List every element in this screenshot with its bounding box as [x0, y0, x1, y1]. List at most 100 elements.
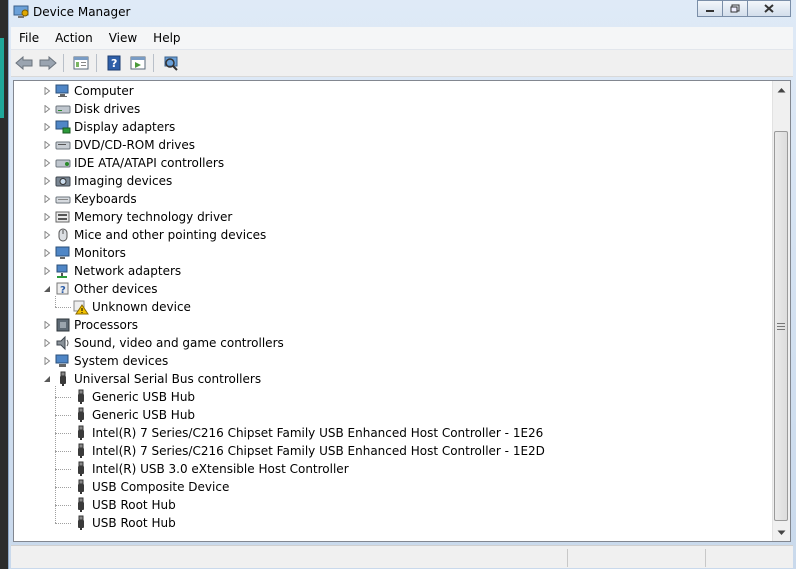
computer-icon — [55, 83, 71, 99]
scan-hardware-icon — [164, 56, 178, 71]
properties-button[interactable] — [70, 53, 92, 73]
tree-category[interactable]: Sound, video and game controllers — [42, 334, 284, 352]
menu-view[interactable]: View — [101, 31, 145, 45]
expand-arrow-icon[interactable] — [42, 105, 51, 114]
svg-text:?: ? — [60, 285, 66, 296]
back-button[interactable] — [13, 53, 35, 73]
category-label: DVD/CD-ROM drives — [74, 138, 196, 152]
down-arrow-icon — [777, 530, 786, 535]
device-manager-window: Device Manager File Action View Help ? C… — [0, 0, 796, 569]
device-label: Unknown device — [92, 300, 191, 314]
disk-drive-icon — [55, 101, 71, 117]
category-label: Monitors — [74, 246, 126, 260]
tree-category[interactable]: Keyboards — [42, 190, 137, 208]
tree-device[interactable]: Unknown device — [60, 298, 191, 316]
expand-arrow-icon[interactable] — [42, 141, 51, 150]
status-bar — [11, 545, 793, 568]
tree-category[interactable]: DVD/CD-ROM drives — [42, 136, 195, 154]
device-label: USB Root Hub — [92, 516, 176, 530]
device-label: Generic USB Hub — [92, 408, 196, 422]
update-driver-button[interactable] — [127, 53, 149, 73]
tree-category[interactable]: Monitors — [42, 244, 126, 262]
expand-arrow-icon[interactable] — [42, 267, 51, 276]
expand-arrow-icon[interactable] — [42, 159, 51, 168]
usb-icon — [55, 371, 71, 387]
expand-arrow-icon[interactable] — [42, 339, 51, 348]
usb-icon — [73, 461, 89, 477]
tree-category[interactable]: Memory technology driver — [42, 208, 232, 226]
title-bar[interactable]: Device Manager — [9, 0, 796, 26]
restore-button[interactable] — [722, 0, 748, 17]
expand-arrow-icon[interactable] — [42, 357, 51, 366]
tree-device[interactable]: USB Composite Device — [60, 478, 229, 496]
category-label: Display adapters — [74, 120, 176, 134]
tree-device[interactable]: USB Root Hub — [60, 514, 176, 532]
dvd-drive-icon — [55, 137, 71, 153]
ide-controller-icon — [55, 155, 71, 171]
device-label: USB Composite Device — [92, 480, 230, 494]
category-label: Keyboards — [74, 192, 137, 206]
close-button[interactable] — [747, 0, 791, 17]
device-label: Generic USB Hub — [92, 390, 196, 404]
forward-button[interactable] — [37, 53, 59, 73]
minimize-icon — [706, 9, 714, 12]
tree-device[interactable]: Generic USB Hub — [60, 388, 195, 406]
help-icon: ? — [107, 55, 121, 71]
menu-file[interactable]: File — [11, 31, 47, 45]
usb-icon — [73, 497, 89, 513]
expand-arrow-icon[interactable] — [42, 231, 51, 240]
tree-device[interactable]: Intel(R) USB 3.0 eXtensible Host Control… — [60, 460, 349, 478]
tree-category[interactable]: Computer — [42, 82, 134, 100]
tree-category[interactable]: Universal Serial Bus controllers — [42, 370, 261, 388]
processor-icon — [55, 317, 71, 333]
expand-arrow-icon[interactable] — [42, 123, 51, 132]
help-button[interactable]: ? — [103, 53, 125, 73]
restore-icon — [730, 4, 740, 13]
tree-category[interactable]: Display adapters — [42, 118, 175, 136]
collapse-arrow-icon[interactable] — [42, 375, 51, 384]
category-label: Mice and other pointing devices — [74, 228, 267, 242]
expand-arrow-icon[interactable] — [42, 195, 51, 204]
menu-action[interactable]: Action — [47, 31, 101, 45]
network-icon — [55, 263, 71, 279]
tree-category[interactable]: Disk drives — [42, 100, 140, 118]
tree-device[interactable]: USB Root Hub — [60, 496, 176, 514]
collapse-arrow-icon[interactable] — [42, 285, 51, 294]
expand-arrow-icon[interactable] — [42, 321, 51, 330]
tree-category[interactable]: Mice and other pointing devices — [42, 226, 266, 244]
expand-arrow-icon[interactable] — [42, 249, 51, 258]
scroll-down-button[interactable] — [773, 524, 790, 541]
expand-arrow-icon[interactable] — [42, 87, 51, 96]
minimize-button[interactable] — [697, 0, 723, 17]
window-frame: Device Manager File Action View Help ? C… — [8, 0, 796, 569]
tree-device[interactable]: Intel(R) 7 Series/C216 Chipset Family US… — [60, 442, 545, 460]
monitor-icon — [55, 245, 71, 261]
tree-category[interactable]: ? Other devices — [42, 280, 158, 298]
scroll-up-button[interactable] — [773, 81, 790, 98]
scroll-thumb[interactable] — [774, 131, 788, 521]
tree-device[interactable]: Generic USB Hub — [60, 406, 195, 424]
background-desktop-strip — [0, 0, 8, 569]
forward-arrow-icon — [39, 56, 57, 70]
tree-device[interactable]: Intel(R) 7 Series/C216 Chipset Family US… — [60, 424, 543, 442]
back-arrow-icon — [15, 56, 33, 70]
expand-arrow-icon[interactable] — [42, 177, 51, 186]
category-label: Network adapters — [74, 264, 182, 278]
tree-category[interactable]: System devices — [42, 352, 168, 370]
device-tree-panel[interactable]: Computer Disk drives Display adapters DVD/C… — [13, 80, 791, 542]
device-label: Intel(R) USB 3.0 eXtensible Host Control… — [92, 462, 349, 476]
expand-arrow-icon[interactable] — [42, 213, 51, 222]
usb-icon — [73, 407, 89, 423]
keyboard-icon — [55, 191, 71, 207]
display-adapter-icon — [55, 119, 71, 135]
tree-category[interactable]: Processors — [42, 316, 138, 334]
scan-hardware-button[interactable] — [160, 53, 182, 73]
vertical-scrollbar[interactable] — [772, 81, 790, 541]
tree-category[interactable]: IDE ATA/ATAPI controllers — [42, 154, 224, 172]
tree-category[interactable]: Imaging devices — [42, 172, 172, 190]
toolbar: ? — [11, 50, 793, 77]
tree-category[interactable]: Network adapters — [42, 262, 181, 280]
usb-icon — [73, 425, 89, 441]
category-label: Processors — [74, 318, 139, 332]
menu-help[interactable]: Help — [145, 31, 188, 45]
